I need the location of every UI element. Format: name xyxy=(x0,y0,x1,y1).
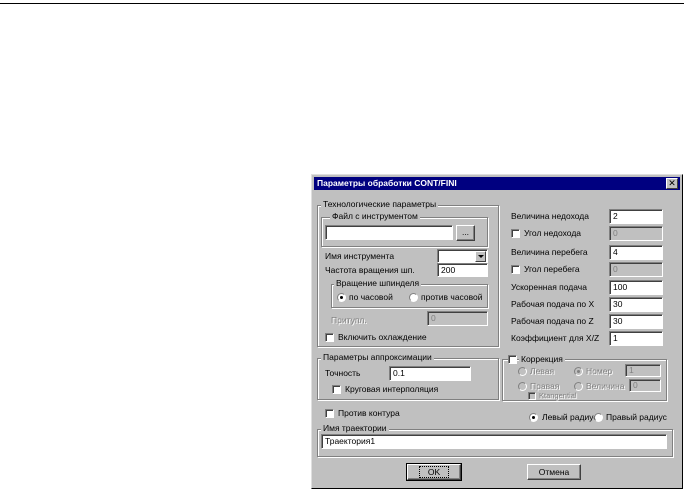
tool-file-legend: Файл с инструментом xyxy=(330,211,420,221)
correction-legend: Коррекция xyxy=(519,354,565,364)
overrun-label: Величина перебега xyxy=(511,247,588,257)
correction-size-label: Величина xyxy=(586,381,625,391)
close-icon: ✕ xyxy=(668,178,676,188)
rotation-cw-label: по часовой xyxy=(349,292,393,302)
undercut-label: Величина недохода xyxy=(511,211,589,221)
tool-name-select[interactable] xyxy=(437,249,488,263)
rotation-ccw-radio[interactable] xyxy=(409,293,418,302)
tangential-label: Ktangential xyxy=(539,391,577,400)
coef-xz-input[interactable]: 1 xyxy=(609,331,663,346)
correction-right-radio xyxy=(518,382,527,391)
approx-legend: Параметры аппроксимации xyxy=(321,352,434,362)
right-radius-label: Правый радиус xyxy=(606,412,667,422)
correction-checkbox[interactable] xyxy=(508,355,517,364)
cancel-button[interactable]: Отмена xyxy=(527,464,581,480)
correction-num-radio xyxy=(574,367,583,376)
correction-size-input: 0 xyxy=(629,379,661,392)
pritupl-label: Притупл. xyxy=(331,315,367,325)
left-radius-label: Левый радиус xyxy=(542,412,598,422)
undercut-input[interactable]: 2 xyxy=(609,209,663,224)
feed-x-input[interactable]: 30 xyxy=(609,297,663,312)
cooling-label: Включить охлаждение xyxy=(338,332,427,342)
tool-file-input[interactable] xyxy=(325,225,453,240)
spindle-speed-label: Частота вращения шп. xyxy=(325,265,415,275)
ok-label: OK xyxy=(418,466,450,478)
undercut-angle-label: Угол недохода xyxy=(524,228,582,238)
browse-button[interactable]: ... xyxy=(456,225,475,241)
tech-params-legend: Технологические параметры xyxy=(321,199,439,209)
right-radius-radio[interactable] xyxy=(594,413,603,422)
correction-left-radio xyxy=(518,367,527,376)
overrun-angle-checkbox[interactable] xyxy=(511,265,520,274)
dialog-title: Параметры обработки CONT/FINI xyxy=(317,178,457,188)
accuracy-label: Точность xyxy=(325,368,361,378)
overrun-input[interactable]: 4 xyxy=(609,245,663,260)
against-contour-label: Против контура xyxy=(338,408,400,418)
against-contour-checkbox[interactable] xyxy=(325,409,334,418)
overrun-angle-label: Угол перебега xyxy=(524,264,580,274)
trajectory-legend: Имя траектории xyxy=(321,423,389,433)
processing-params-dialog: Параметры обработки CONT/FINI ✕ Технолог… xyxy=(311,174,683,489)
trajectory-name-input[interactable]: Траектория1 xyxy=(321,434,667,449)
spindle-speed-input[interactable]: 200 xyxy=(437,263,488,277)
feed-x-label: Рабочая подача по X xyxy=(511,299,595,309)
rotation-legend: Вращение шпинделя xyxy=(334,278,422,288)
ok-button[interactable]: OK xyxy=(406,463,462,481)
close-button[interactable]: ✕ xyxy=(666,178,678,189)
tangential-checkbox xyxy=(528,392,536,400)
correction-num-label: Номер xyxy=(586,366,613,376)
left-radius-radio[interactable] xyxy=(529,413,538,422)
pritupl-input: 0 xyxy=(427,311,488,326)
feed-z-input[interactable]: 30 xyxy=(609,314,663,329)
overrun-angle-input: 0 xyxy=(609,262,663,277)
tool-name-label: Имя инструмента xyxy=(325,251,395,261)
chevron-down-icon[interactable] xyxy=(475,251,486,262)
accuracy-input[interactable]: 0.1 xyxy=(389,366,471,381)
circular-interp-label: Круговая интерполяция xyxy=(345,384,439,394)
cooling-checkbox[interactable] xyxy=(325,333,334,342)
rotation-ccw-label: против часовой xyxy=(421,292,483,302)
rapid-feed-label: Ускоренная подача xyxy=(511,282,587,292)
feed-z-label: Рабочая подача по Z xyxy=(511,316,594,326)
coef-xz-label: Коэффициент для X/Z xyxy=(511,333,600,343)
rapid-feed-input[interactable]: 100 xyxy=(609,280,663,295)
rotation-cw-radio[interactable] xyxy=(337,293,346,302)
page-top-rule xyxy=(0,3,684,4)
dialog-titlebar: Параметры обработки CONT/FINI ✕ xyxy=(314,177,680,190)
undercut-angle-checkbox[interactable] xyxy=(511,229,520,238)
correction-left-label: Левая xyxy=(530,366,555,376)
correction-num-input: 1 xyxy=(625,364,661,377)
circular-interp-checkbox[interactable] xyxy=(332,385,341,394)
undercut-angle-input: 0 xyxy=(609,226,663,241)
